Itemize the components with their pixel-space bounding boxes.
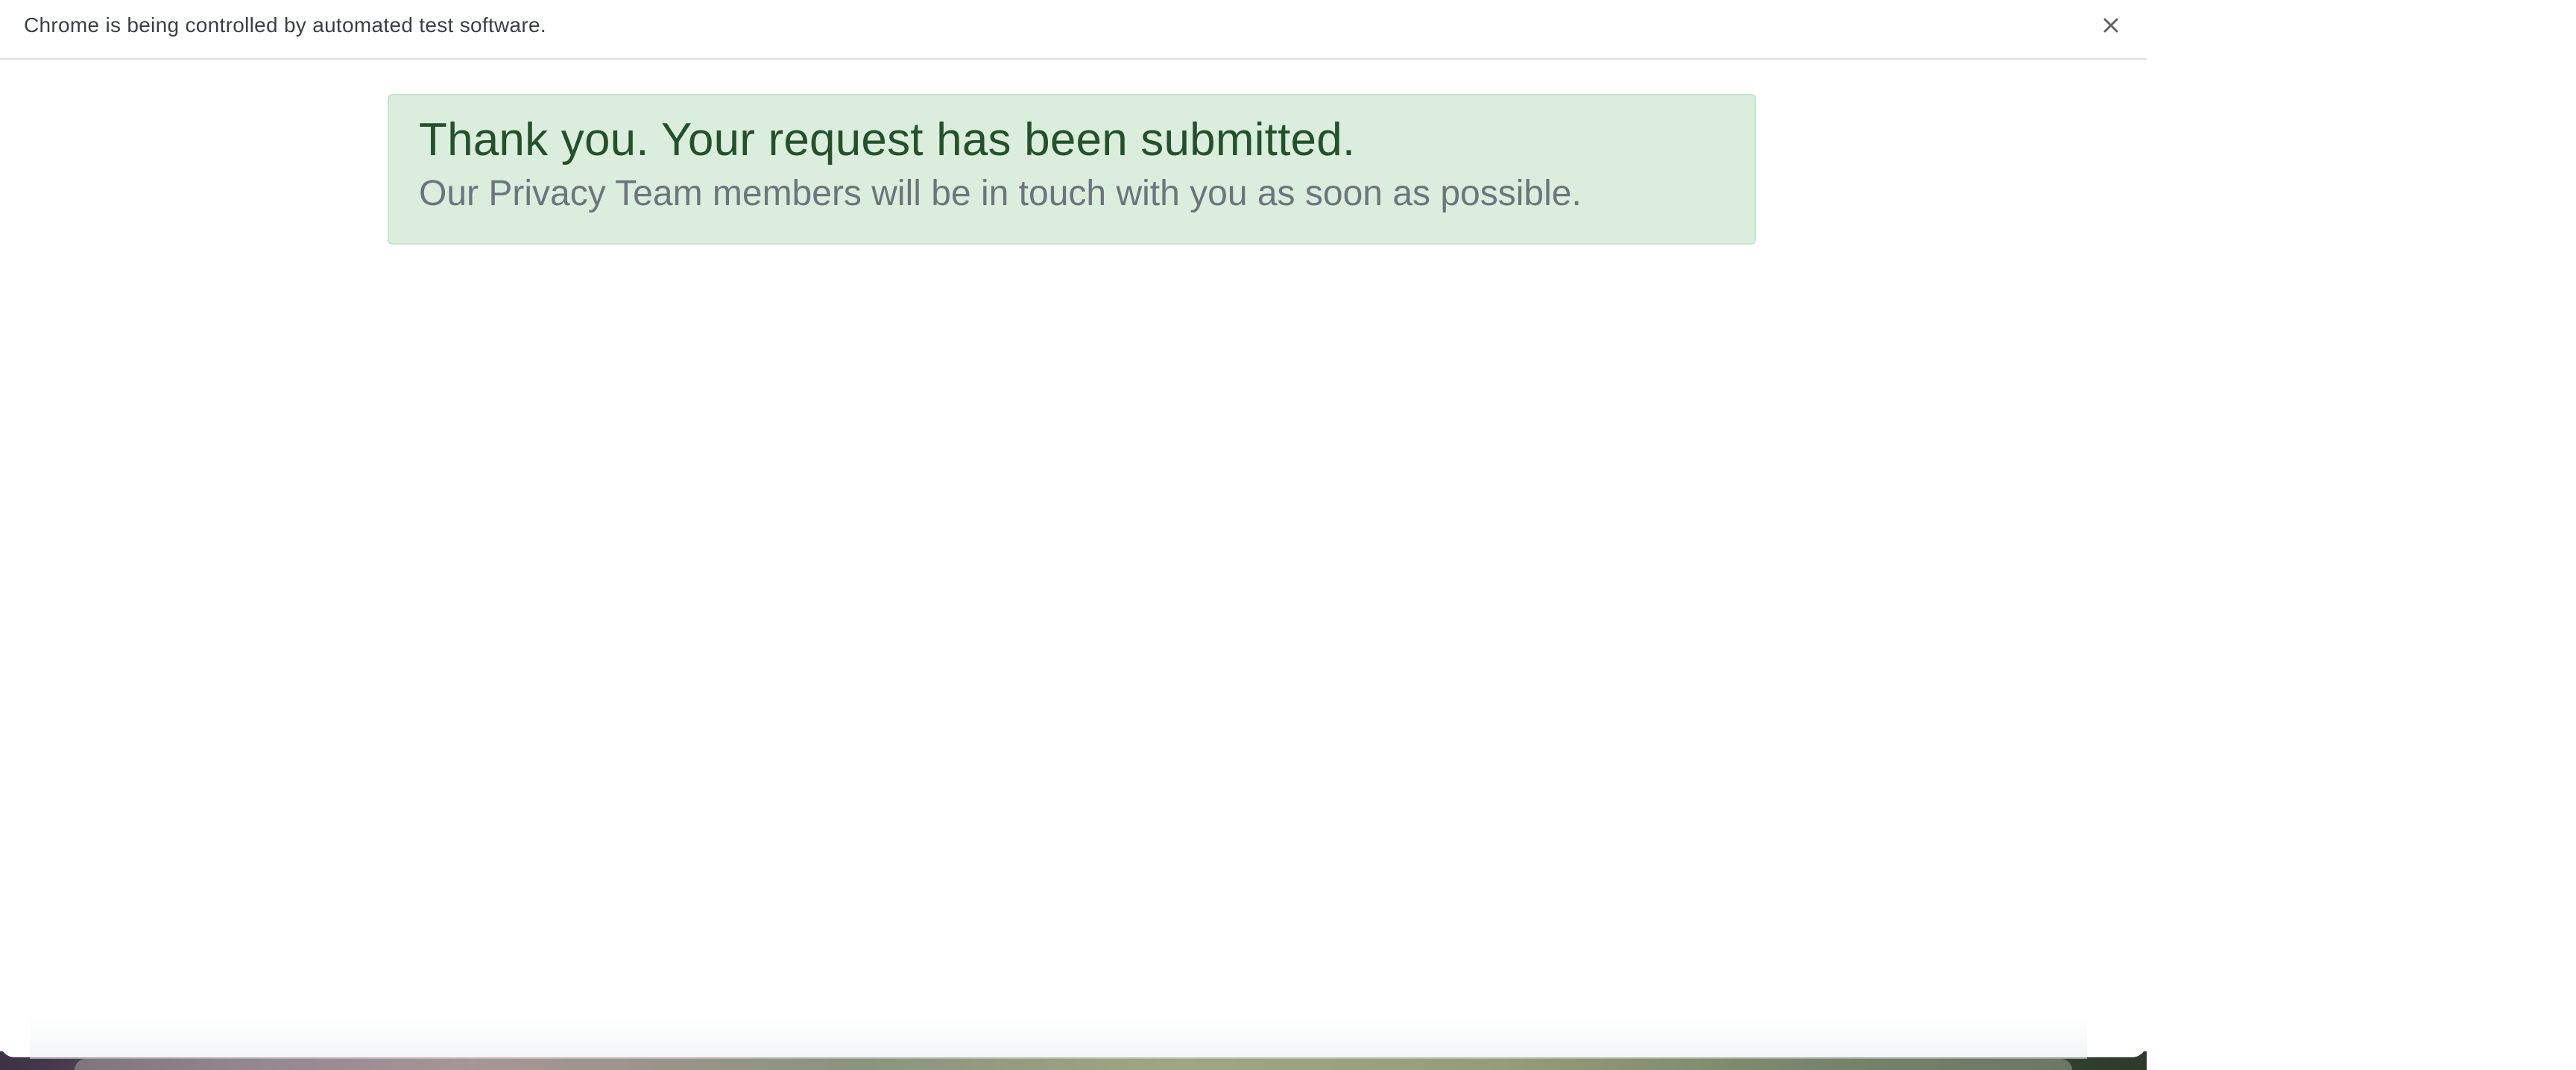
screen: Chrome is being controlled by automated … (0, 0, 2576, 1070)
automation-infobar: Chrome is being controlled by automated … (0, 0, 2147, 60)
success-alert: Thank you. Your request has been submitt… (388, 94, 1756, 245)
dock (75, 1059, 2072, 1070)
infobar-message: Chrome is being controlled by automated … (24, 13, 546, 37)
page-content: Thank you. Your request has been submitt… (0, 60, 2147, 1057)
infobar-close-button[interactable] (2096, 10, 2126, 40)
close-icon (2103, 18, 2118, 33)
alert-message: Our Privacy Team members will be in touc… (419, 174, 1582, 213)
alert-heading: Thank you. Your request has been submitt… (419, 114, 1356, 166)
browser-window: Chrome is being controlled by automated … (0, 0, 2147, 1057)
